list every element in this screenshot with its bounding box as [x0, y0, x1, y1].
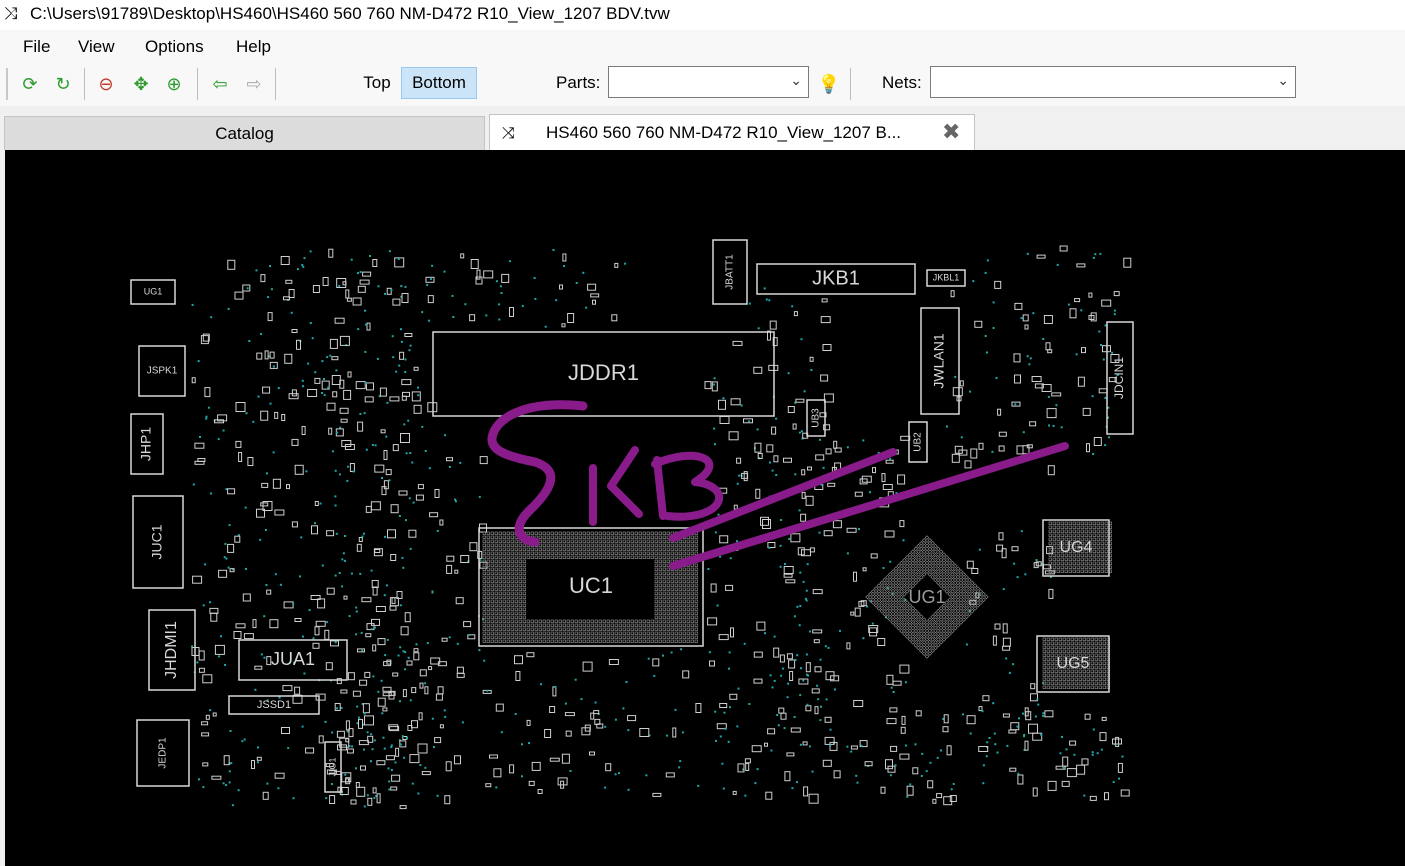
board-layout: UG1 JDDR1 UC1 JKB1 JBATT1 JKBL1 JWLAN1 UB2 UB3 U… — [130, 239, 1134, 810]
component-ug1[interactable]: UG1 — [130, 279, 176, 305]
menu-bar: File View Options Help — [0, 30, 1405, 62]
fit-icon[interactable]: ✥ — [127, 70, 155, 98]
component-ub2[interactable]: UB2 — [908, 421, 928, 463]
tab-catalog-label: Catalog — [215, 124, 274, 143]
component-label: UC1 — [569, 573, 613, 598]
component-label: JDDR1 — [568, 360, 639, 385]
component-jkb1[interactable]: JKB1 — [756, 263, 916, 295]
chevron-down-icon: ⌄ — [1277, 73, 1289, 89]
menu-view[interactable]: View — [78, 37, 115, 57]
component-label: UG1 — [908, 587, 945, 607]
component-label: UG4 — [1060, 539, 1093, 556]
component-ub3[interactable]: UB3 — [806, 399, 826, 437]
component-juc1[interactable]: JUC1 — [132, 495, 184, 589]
component-jedp1[interactable]: JEDP1 — [136, 719, 190, 787]
component-label: JWLAN1 — [931, 333, 947, 388]
board-canvas[interactable]: UG1 JDDR1 UC1 JKB1 JBATT1 JKBL1 JWLAN1 UB2 UB3 U… — [5, 150, 1405, 866]
component-label: UG1 — [144, 286, 163, 296]
zoom-in-icon[interactable]: ⊕ — [160, 70, 188, 98]
menu-file[interactable]: File — [23, 37, 50, 57]
chevron-down-icon: ⌄ — [790, 73, 802, 89]
rotate-icon[interactable]: ↻ — [49, 70, 77, 98]
component-jspk1[interactable]: JSPK1 — [138, 345, 186, 397]
back-arrow-icon[interactable]: ⇦ — [206, 70, 234, 98]
component-jbatt1[interactable]: JBATT1 — [712, 239, 748, 305]
zoom-out-icon[interactable]: ⊖ — [92, 70, 120, 98]
component-label: JHP1 — [138, 427, 154, 461]
tab-document-label: HS460 560 760 NM-D472 R10_View_1207 B... — [546, 123, 902, 142]
menu-options[interactable]: Options — [145, 37, 204, 57]
component-label: JHDMI1 — [163, 621, 180, 679]
component-label: JIO1 — [327, 757, 337, 776]
component-label: JBATT1 — [725, 254, 736, 290]
component-jwlan1[interactable]: JWLAN1 — [920, 307, 960, 415]
component-label: JSSD1 — [257, 699, 291, 711]
component-jddr1[interactable]: JDDR1 — [432, 331, 775, 417]
shuffle-icon: ⤨ — [4, 4, 18, 24]
window-title: C:\Users\91789\Desktop\HS460\HS460 560 7… — [30, 4, 670, 23]
forward-arrow-icon[interactable]: ⇨ — [240, 70, 268, 98]
title-bar: ⤨ C:\Users\91789\Desktop\HS460\HS460 560… — [0, 0, 1405, 30]
bottom-side-toggle[interactable]: Bottom — [401, 67, 477, 99]
component-label: UG5 — [1057, 655, 1090, 672]
component-label: JUA1 — [271, 649, 315, 669]
component-label: JUC1 — [149, 524, 165, 559]
component-jssd1[interactable]: JSSD1 — [228, 695, 320, 715]
component-label: JKBL1 — [933, 272, 960, 282]
nets-combo[interactable]: ⌄ — [930, 66, 1296, 98]
top-side-toggle[interactable]: Top — [356, 67, 398, 99]
refresh-icon[interactable]: ⟳ — [16, 70, 44, 98]
tab-document[interactable]: ⤨ HS460 560 760 NM-D472 R10_View_1207 B.… — [489, 114, 975, 152]
component-label: UB3 — [811, 408, 822, 428]
component-jkbl1[interactable]: JKBL1 — [926, 269, 966, 287]
component-label: JKB1 — [812, 267, 860, 289]
component-label: UB2 — [913, 432, 924, 452]
close-icon[interactable]: ✖ — [942, 115, 960, 151]
component-label: JDCIN1 — [1112, 357, 1126, 399]
component-outlines: JDDR1 UC1 JKB1 JBATT1 JKBL1 JWLAN1 UB2 UB3 UG4 UG… — [130, 239, 1134, 793]
toolbar: ⟳ ↻ ⊖ ✥ ⊕ ⇦ ⇨ Top Bottom Parts: ⌄ 💡 Nets… — [0, 62, 1405, 107]
component-label: JEDP1 — [158, 737, 169, 769]
menu-help[interactable]: Help — [236, 37, 271, 57]
handwritten-annotation — [487, 400, 1069, 570]
parts-label: Parts: — [556, 73, 601, 92]
component-jhdmi1[interactable]: JHDMI1 — [148, 609, 196, 691]
nets-label: Nets: — [882, 73, 922, 92]
component-jhp1[interactable]: JHP1 — [130, 413, 164, 475]
tab-strip: Catalog ⤨ HS460 560 760 NM-D472 R10_View… — [0, 106, 1405, 152]
parts-combo[interactable]: ⌄ — [608, 66, 809, 98]
tab-catalog[interactable]: Catalog — [4, 116, 485, 150]
component-label: JSPK1 — [147, 366, 178, 377]
shuffle-icon: ⤨ — [502, 123, 515, 142]
lightbulb-icon[interactable]: 💡 — [815, 70, 843, 98]
